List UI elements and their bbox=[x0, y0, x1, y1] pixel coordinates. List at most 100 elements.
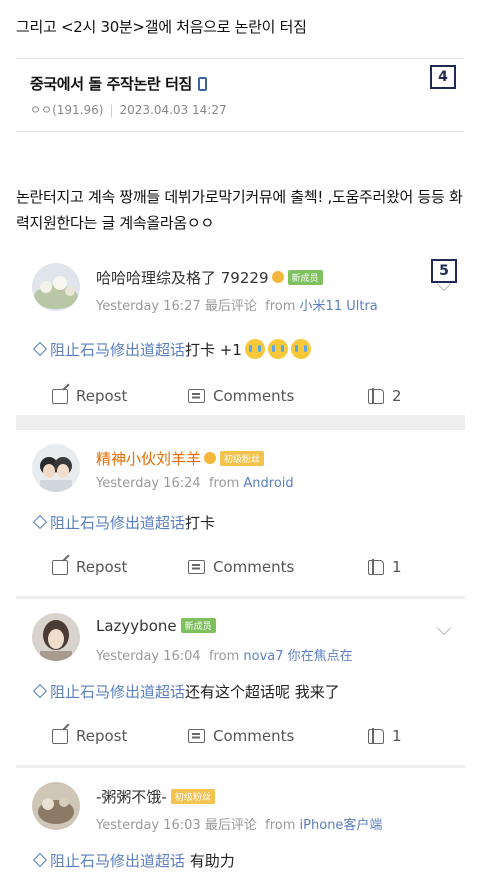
like-count: 1 bbox=[392, 727, 402, 745]
badge-icon bbox=[271, 271, 284, 283]
username-text: -粥粥不饿- bbox=[96, 788, 167, 806]
from-label: from bbox=[265, 299, 296, 314]
username-text: 哈哈哈理综及格了 79229 bbox=[96, 269, 269, 287]
action-bar: Repost Comments 1 bbox=[16, 727, 465, 761]
post-meta: Yesterday 16:27 最后评论 from 小米11 Ultra bbox=[96, 295, 378, 314]
topic-link[interactable]: 阻止石马修出道超话 bbox=[50, 514, 185, 532]
repost-label: Repost bbox=[76, 727, 128, 745]
from-label: from bbox=[208, 476, 240, 491]
topic-link[interactable]: 阻止石马修出道超话 bbox=[50, 852, 185, 870]
username[interactable]: 哈哈哈理综及格了 79229 新成员 bbox=[96, 267, 323, 288]
meta-divider: | bbox=[109, 103, 114, 117]
crying-emoji-icon bbox=[244, 339, 265, 359]
like-count: 1 bbox=[392, 558, 402, 576]
username[interactable]: 精神小伙刘羊羊 初级粉丝 bbox=[96, 448, 265, 469]
repost-button[interactable]: Repost bbox=[52, 387, 127, 405]
annotation-badge-4: 4 bbox=[430, 65, 456, 89]
repost-icon bbox=[52, 388, 68, 404]
thumbs-up-icon bbox=[368, 387, 384, 404]
like-count: 2 bbox=[392, 387, 402, 405]
post-time: Yesterday 16:24 bbox=[96, 476, 201, 491]
fan-level-tag: 初级粉丝 bbox=[220, 451, 265, 466]
avatar[interactable] bbox=[32, 263, 80, 311]
topic-link[interactable]: 阻止石马修出道超话 bbox=[50, 341, 185, 359]
username-text: Lazyybone bbox=[96, 617, 177, 635]
comments-button[interactable]: Comments bbox=[188, 387, 294, 405]
topic-link[interactable]: 阻止石马修出道超话 bbox=[50, 683, 185, 701]
body-text: 논란터지고 계속 짱깨들 데뷔가로막기커뮤에 출첵! ,도움주러왔어 등등 화력… bbox=[16, 188, 463, 232]
post-extra: 最后评论 bbox=[204, 818, 257, 833]
post-text: 打卡 bbox=[185, 514, 216, 532]
post-meta: Yesterday 16:04 from nova7 你在焦点在 bbox=[96, 645, 353, 664]
comments-label: Comments bbox=[213, 387, 295, 405]
post-source[interactable]: 小米11 Ultra bbox=[300, 299, 378, 314]
topic-icon bbox=[32, 852, 48, 868]
intro-text: 그리고 <2시 30분>갤에 처음으로 논란이 터짐 bbox=[16, 18, 307, 36]
weibo-feed-screenshot: 哈哈哈理综及格了 79229 新成员 Yesterday 16:27 最后评论 f… bbox=[16, 249, 465, 882]
post-text: 打卡 +1 bbox=[185, 341, 242, 359]
post-meta: Yesterday 16:24 from Android bbox=[96, 476, 294, 491]
thumbs-up-icon bbox=[368, 727, 384, 744]
crown-icon bbox=[204, 452, 217, 464]
repost-label: Repost bbox=[76, 558, 128, 576]
crying-emoji-icon bbox=[267, 339, 288, 359]
from-label: from bbox=[208, 649, 240, 664]
comments-button[interactable]: Comments bbox=[188, 558, 294, 576]
comment-icon bbox=[188, 560, 205, 574]
post-text: 还有这个超话呢 我来了 bbox=[185, 683, 340, 701]
post-title[interactable]: 중국에서 돌 주작논란 터짐 bbox=[30, 73, 207, 94]
comments-button[interactable]: Comments bbox=[188, 727, 294, 745]
chevron-down-icon[interactable] bbox=[436, 620, 452, 636]
post-extra: 最后评论 bbox=[204, 299, 257, 314]
post-author: ㅇㅇ(191.96) bbox=[30, 103, 104, 117]
post-card[interactable]: 중국에서 돌 주작논란 터짐 ㅇㅇ(191.96) | 2023.04.03 14:… bbox=[16, 58, 464, 132]
username[interactable]: Lazyybone 新成员 bbox=[96, 617, 216, 635]
repost-button[interactable]: Repost bbox=[52, 558, 127, 576]
crying-emoji-icon bbox=[290, 339, 311, 359]
post-text: 有助力 bbox=[185, 852, 235, 870]
feed-post[interactable]: Lazyybone 新成员 Yesterday 16:04 from nova7 … bbox=[16, 599, 465, 765]
post-content: 阻止石马修出道超话还有这个超话呢 我来了 bbox=[32, 681, 340, 702]
post-meta: Yesterday 16:03 最后评论 from iPhone客户端 bbox=[96, 814, 382, 833]
member-tag: 新成员 bbox=[180, 618, 216, 633]
comments-label: Comments bbox=[213, 727, 295, 745]
post-content: 阻止石马修出道超话打卡 bbox=[32, 512, 215, 533]
avatar[interactable] bbox=[32, 444, 80, 492]
comments-label: Comments bbox=[213, 558, 295, 576]
like-button[interactable]: 2 bbox=[368, 387, 402, 405]
post-date: 2023.04.03 14:27 bbox=[119, 103, 227, 117]
action-bar: Repost Comments 1 bbox=[16, 558, 465, 592]
username[interactable]: -粥粥不饿- 初级粉丝 bbox=[96, 786, 215, 807]
action-bar: Repost Comments 2 bbox=[16, 387, 465, 421]
repost-button[interactable]: Repost bbox=[52, 727, 127, 745]
comment-icon bbox=[188, 389, 205, 403]
fan-level-tag: 初级粉丝 bbox=[170, 789, 215, 804]
thumbs-up-icon bbox=[368, 558, 384, 575]
post-content: 阻止石马修出道超话 有助力 bbox=[32, 850, 235, 871]
comment-icon bbox=[188, 729, 205, 743]
topic-icon bbox=[32, 683, 48, 699]
post-meta: ㅇㅇ(191.96) | 2023.04.03 14:27 bbox=[30, 101, 227, 118]
avatar[interactable] bbox=[32, 782, 80, 830]
topic-icon bbox=[32, 514, 48, 530]
post-source[interactable]: nova7 你在焦点在 bbox=[243, 649, 352, 664]
feed-post[interactable]: 哈哈哈理综及格了 79229 新成员 Yesterday 16:27 最后评论 f… bbox=[16, 249, 465, 415]
post-title-text: 중국에서 돌 주작논란 터짐 bbox=[30, 75, 192, 93]
post-time: Yesterday 16:04 bbox=[96, 649, 201, 664]
post-time: Yesterday 16:03 bbox=[96, 818, 201, 833]
like-button[interactable]: 1 bbox=[368, 727, 402, 745]
like-button[interactable]: 1 bbox=[368, 558, 402, 576]
username-text: 精神小伙刘羊羊 bbox=[96, 450, 202, 468]
repost-icon bbox=[52, 559, 68, 575]
member-tag: 新成员 bbox=[287, 270, 323, 285]
avatar[interactable] bbox=[32, 613, 80, 661]
feed-post[interactable]: 精神小伙刘羊羊 初级粉丝 Yesterday 16:24 from Android… bbox=[16, 430, 465, 596]
repost-label: Repost bbox=[76, 387, 128, 405]
post-time: Yesterday 16:27 bbox=[96, 299, 201, 314]
post-source[interactable]: Android bbox=[243, 476, 293, 491]
post-source[interactable]: iPhone客户端 bbox=[300, 818, 383, 833]
post-content: 阻止石马修出道超话打卡 +1 bbox=[32, 339, 311, 360]
from-label: from bbox=[265, 818, 296, 833]
topic-icon bbox=[32, 341, 48, 357]
feed-post[interactable]: -粥粥不饿- 初级粉丝 Yesterday 16:03 最后评论 from iPh… bbox=[16, 768, 465, 882]
